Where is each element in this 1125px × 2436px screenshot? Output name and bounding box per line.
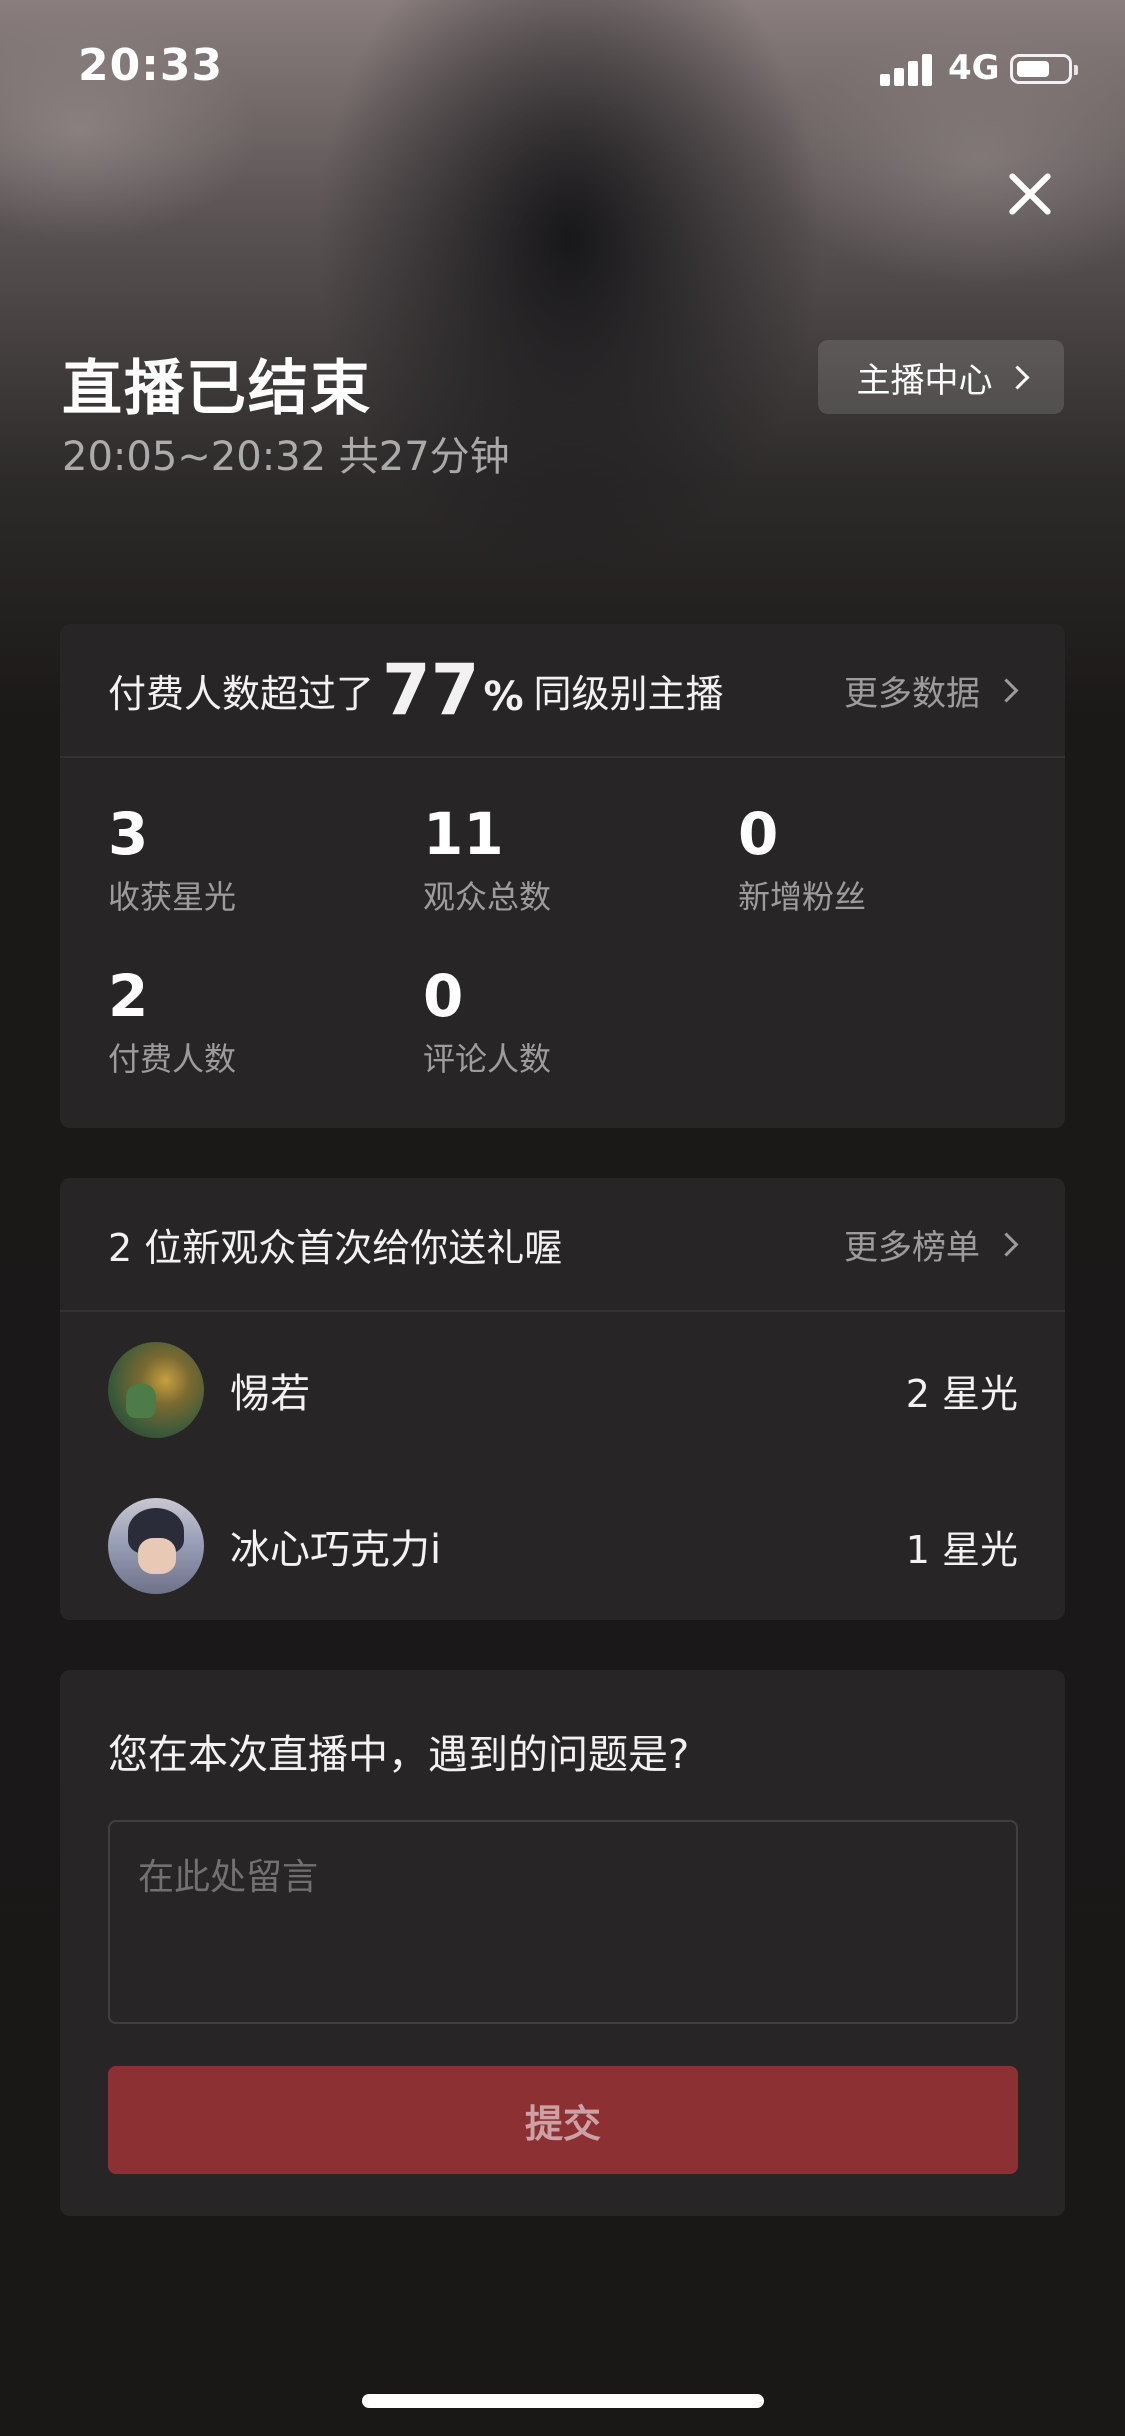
gift-card: 2 位新观众首次给你送礼喔 更多榜单 惕若 2 星光 冰心巧克力i 1 星光 (60, 1178, 1065, 1620)
close-icon[interactable] (1000, 164, 1060, 224)
gift-amount: 1 星光 (905, 1527, 1018, 1572)
stat-label: 观众总数 (423, 878, 552, 916)
stats-card: 付费人数超过了 77 % 同级别主播 更多数据 3 收获星光 11 观众总数 0… (60, 624, 1065, 1128)
gift-headline: 2 位新观众首次给你送礼喔 (108, 1225, 563, 1270)
more-data-label: 更多数据 (844, 673, 980, 714)
headline-prefix: 付费人数超过了 (108, 671, 375, 716)
feedback-question: 您在本次直播中，遇到的问题是? (108, 1732, 690, 1778)
submit-button[interactable]: 提交 (108, 2066, 1018, 2174)
network-type: 4G (948, 48, 1000, 88)
home-indicator[interactable] (362, 2394, 764, 2408)
stat-new-fans: 0 新增粉丝 (738, 804, 866, 918)
stat-label: 新增粉丝 (738, 878, 867, 916)
stats-headline: 付费人数超过了 77 % 同级别主播 (108, 624, 724, 756)
feedback-card: 您在本次直播中，遇到的问题是? 提交 (60, 1670, 1065, 2216)
gifter-name: 冰心巧克力i (230, 1527, 442, 1573)
stat-paying-users: 2 付费人数 (108, 966, 236, 1080)
stat-value: 3 (108, 800, 149, 868)
gifter-name: 惕若 (230, 1371, 310, 1417)
feedback-input[interactable] (108, 1820, 1018, 2024)
page-title: 直播已结束 (62, 354, 372, 424)
stat-label: 收获星光 (108, 878, 237, 916)
stat-label: 付费人数 (108, 1040, 237, 1078)
streamer-center-button[interactable]: 主播中心 (818, 340, 1064, 414)
list-item[interactable]: 惕若 2 星光 (108, 1340, 1018, 1440)
status-bar: 20:33 4G (0, 0, 1125, 140)
stat-value: 0 (423, 962, 464, 1030)
status-time: 20:33 (78, 40, 224, 91)
stat-stars: 3 收获星光 (108, 804, 236, 918)
stat-value: 2 (108, 962, 149, 1030)
gift-card-header: 2 位新观众首次给你送礼喔 更多榜单 (60, 1178, 1065, 1312)
headline-unit: % (483, 674, 524, 720)
gift-amount: 2 星光 (905, 1371, 1018, 1416)
battery-icon (1010, 54, 1078, 84)
stat-commenters: 0 评论人数 (423, 966, 551, 1080)
more-rankings-link[interactable]: 更多榜单 (844, 1178, 1019, 1310)
chevron-right-icon (994, 1231, 1019, 1257)
stat-viewers: 11 观众总数 (423, 804, 551, 918)
list-item[interactable]: 冰心巧克力i 1 星光 (108, 1496, 1018, 1596)
more-rankings-label: 更多榜单 (844, 1227, 980, 1268)
live-duration: 20:05~20:32 共27分钟 (62, 434, 510, 480)
signal-icon (880, 52, 936, 86)
user-avatar-icon (108, 1342, 204, 1438)
headline-suffix: 同级别主播 (533, 671, 724, 716)
chevron-right-icon (994, 677, 1019, 703)
stat-label: 评论人数 (423, 1040, 552, 1078)
stat-value: 11 (423, 800, 504, 868)
stat-value: 0 (738, 800, 779, 868)
headline-value: 77 (382, 649, 480, 731)
streamer-center-label: 主播中心 (856, 360, 993, 401)
more-data-link[interactable]: 更多数据 (844, 624, 1019, 756)
user-avatar-icon (108, 1498, 204, 1594)
chevron-right-icon (1004, 364, 1030, 390)
stats-card-header: 付费人数超过了 77 % 同级别主播 更多数据 (60, 624, 1065, 758)
